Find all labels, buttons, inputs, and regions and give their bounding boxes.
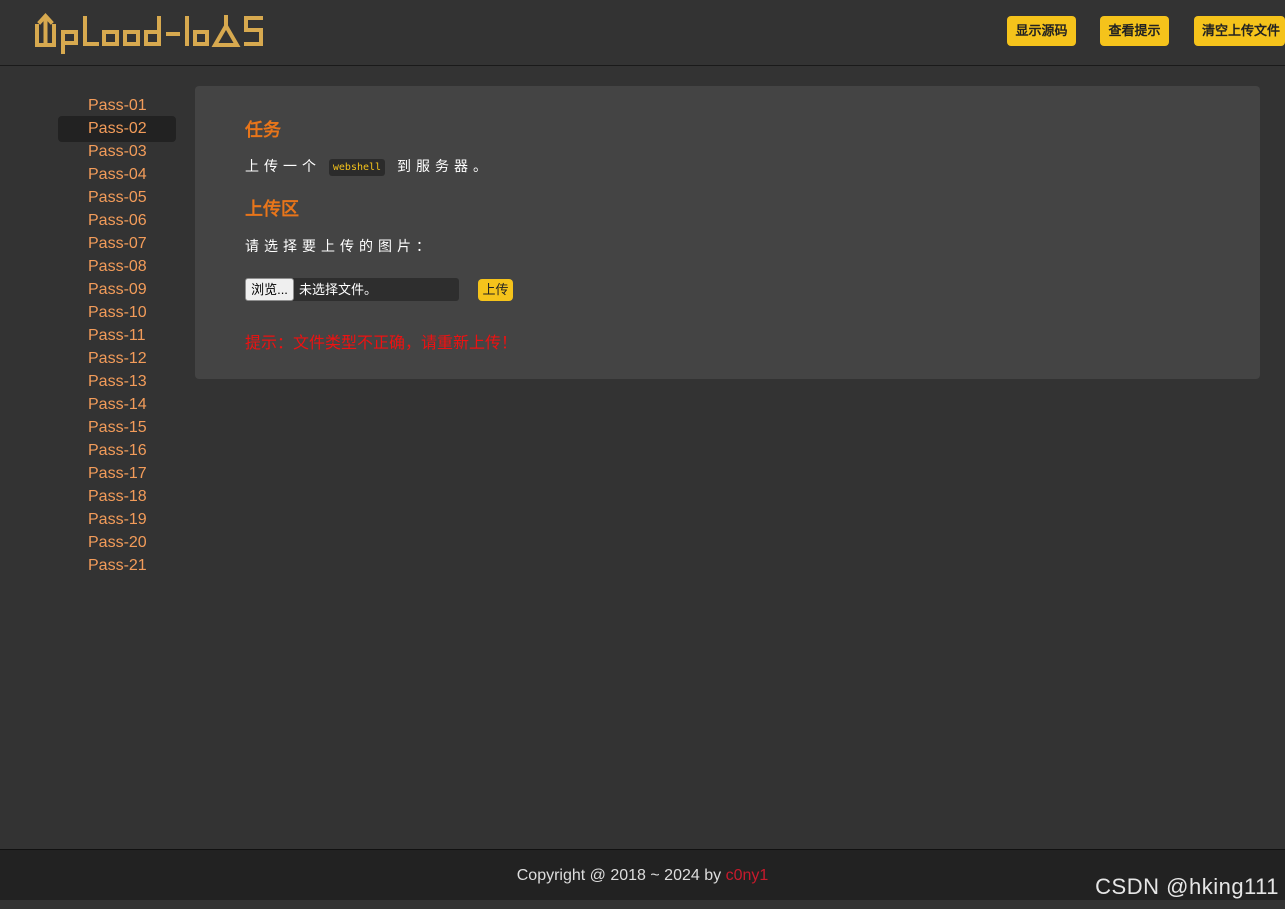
copyright-prefix: Copyright @ 2018 ~ 2024 by bbox=[516, 867, 726, 884]
upload-submit-button[interactable]: 上传 bbox=[478, 279, 513, 301]
browse-button[interactable]: 浏览... bbox=[245, 278, 294, 301]
sidebar-item-pass-20[interactable]: Pass-20 bbox=[58, 531, 176, 554]
level-sidebar: Pass-01 Pass-02 Pass-03 Pass-04 Pass-05 Pass-… bbox=[58, 94, 176, 577]
sidebar-item-pass-15[interactable]: Pass-15 bbox=[58, 416, 176, 439]
clear-uploads-button[interactable]: 清空上传文件 bbox=[1194, 16, 1285, 46]
sidebar-item-pass-19[interactable]: Pass-19 bbox=[58, 508, 176, 531]
sidebar-item-pass-09[interactable]: Pass-09 bbox=[58, 278, 176, 301]
task-description: 上传一个 webshell 到服务器。 bbox=[245, 156, 492, 176]
sidebar-item-pass-07[interactable]: Pass-07 bbox=[58, 232, 176, 255]
sidebar-item-pass-17[interactable]: Pass-17 bbox=[58, 462, 176, 485]
error-message: 提示：文件类型不正确，请重新上传！ bbox=[245, 335, 518, 352]
csdn-watermark: CSDN @hking111 bbox=[1095, 874, 1279, 899]
sidebar-item-pass-21[interactable]: Pass-21 bbox=[58, 554, 176, 577]
task-suffix: 到服务器。 bbox=[396, 158, 492, 174]
upload-heading: 上传区 bbox=[245, 199, 299, 219]
sidebar-item-pass-14[interactable]: Pass-14 bbox=[58, 393, 176, 416]
view-hint-button[interactable]: 查看提示 bbox=[1100, 16, 1169, 46]
show-source-button[interactable]: 显示源码 bbox=[1007, 16, 1076, 46]
choose-image-label: 请选择要上传的图片： bbox=[245, 238, 435, 254]
sidebar-item-pass-06[interactable]: Pass-06 bbox=[58, 209, 176, 232]
task-heading: 任务 bbox=[245, 120, 281, 140]
content-panel: 任务 上传一个 webshell 到服务器。 上传区 请选择要上传的图片： 浏览… bbox=[195, 86, 1260, 379]
author-link[interactable]: c0ny1 bbox=[726, 867, 769, 884]
file-input[interactable]: 浏览... 未选择文件。 bbox=[245, 278, 459, 301]
logo[interactable] bbox=[34, 12, 266, 54]
sidebar-item-pass-05[interactable]: Pass-05 bbox=[58, 186, 176, 209]
sidebar-item-pass-11[interactable]: Pass-11 bbox=[58, 324, 176, 347]
sidebar-item-pass-16[interactable]: Pass-16 bbox=[58, 439, 176, 462]
sidebar-item-pass-08[interactable]: Pass-08 bbox=[58, 255, 176, 278]
sidebar-item-pass-03[interactable]: Pass-03 bbox=[58, 140, 176, 163]
file-status-text: 未选择文件。 bbox=[299, 282, 378, 297]
sidebar-item-pass-02[interactable]: Pass-02 bbox=[58, 116, 176, 142]
sidebar-item-pass-01[interactable]: Pass-01 bbox=[58, 94, 176, 117]
sidebar-item-pass-18[interactable]: Pass-18 bbox=[58, 485, 176, 508]
copyright-text: Copyright @ 2018 ~ 2024 by c0ny1 bbox=[0, 850, 1285, 901]
sidebar-item-pass-04[interactable]: Pass-04 bbox=[58, 163, 176, 186]
sidebar-item-pass-10[interactable]: Pass-10 bbox=[58, 301, 176, 324]
task-prefix: 上传一个 bbox=[245, 158, 321, 174]
footer: Copyright @ 2018 ~ 2024 by c0ny1 bbox=[0, 849, 1285, 900]
sidebar-item-pass-13[interactable]: Pass-13 bbox=[58, 370, 176, 393]
task-code: webshell bbox=[328, 158, 386, 176]
sidebar-item-pass-12[interactable]: Pass-12 bbox=[58, 347, 176, 370]
top-header: 显示源码 查看提示 清空上传文件 bbox=[0, 0, 1285, 66]
